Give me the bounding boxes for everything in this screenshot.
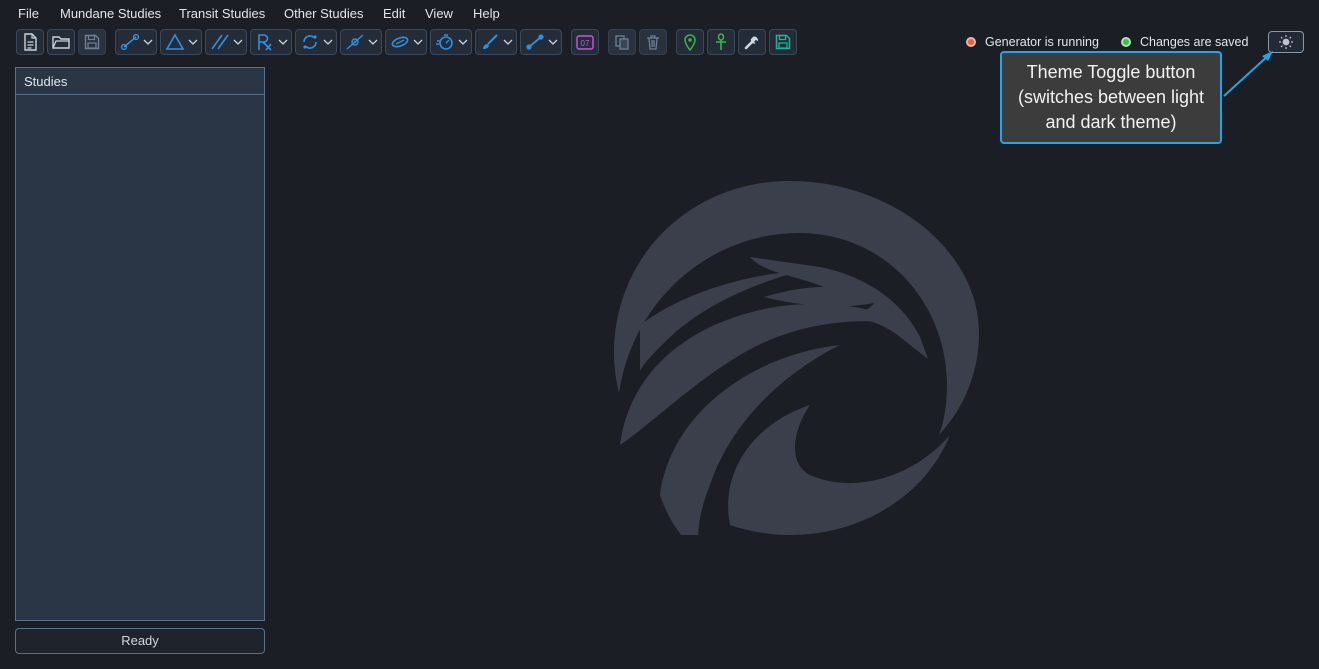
- satellite-dropdown[interactable]: [340, 29, 382, 55]
- generator-status: Generator is running: [966, 35, 1099, 49]
- save-status-label: Changes are saved: [1140, 35, 1249, 49]
- aspect-line-dropdown[interactable]: [115, 29, 157, 55]
- sun-icon: [1279, 35, 1293, 49]
- connect-points-icon: [526, 34, 544, 50]
- stopwatch-dropdown[interactable]: [430, 29, 472, 55]
- cycle-dropdown[interactable]: [295, 29, 337, 55]
- menu-file[interactable]: File: [18, 6, 39, 21]
- rx-dropdown[interactable]: [250, 29, 292, 55]
- aspect-line-icon: [120, 33, 140, 51]
- callout-text: Theme Toggle button (switches between li…: [1017, 62, 1205, 132]
- delete-button[interactable]: [639, 29, 667, 55]
- triangle-dropdown[interactable]: [160, 29, 202, 55]
- parallel-lines-icon: [211, 34, 229, 50]
- chevron-down-icon: [548, 39, 558, 45]
- settings-button[interactable]: [738, 29, 766, 55]
- save-status: Changes are saved: [1121, 35, 1248, 49]
- parallel-lines-dropdown[interactable]: [205, 29, 247, 55]
- open-button[interactable]: [47, 29, 75, 55]
- cycle-icon: [303, 35, 317, 49]
- studies-list[interactable]: [16, 95, 264, 620]
- ankh-icon: [716, 33, 726, 50]
- location-button[interactable]: [676, 29, 704, 55]
- menu-help[interactable]: Help: [473, 6, 500, 21]
- callout-arrow: [1223, 51, 1273, 97]
- theme-toggle-callout: Theme Toggle button (switches between li…: [1000, 51, 1222, 144]
- copy-button[interactable]: [608, 29, 636, 55]
- chevron-down-icon: [413, 39, 423, 45]
- map-pin-icon: [684, 34, 696, 51]
- status-bar: Ready: [15, 628, 265, 654]
- connect-points-dropdown[interactable]: [520, 29, 562, 55]
- chevron-down-icon: [368, 39, 378, 45]
- menu-view[interactable]: View: [425, 6, 453, 21]
- triangle-icon: [165, 33, 185, 50]
- brush-dropdown[interactable]: [475, 29, 517, 55]
- brush-icon: [483, 34, 498, 49]
- menu-edit[interactable]: Edit: [383, 6, 405, 21]
- loop-icon: [391, 36, 409, 48]
- save-button[interactable]: [78, 29, 106, 55]
- chevron-down-icon: [278, 39, 288, 45]
- wrench-icon: [744, 36, 759, 50]
- open-folder-icon: [52, 36, 70, 49]
- new-file-icon: [24, 33, 37, 51]
- eagle-logo-watermark: [614, 181, 979, 535]
- copy-icon: [615, 35, 629, 50]
- menu-mundane-studies[interactable]: Mundane Studies: [60, 6, 161, 21]
- calendar-icon: 07: [576, 35, 594, 50]
- save-icon: [84, 34, 100, 50]
- menu-transit-studies[interactable]: Transit Studies: [179, 6, 265, 21]
- new-file-button[interactable]: [16, 29, 44, 55]
- studies-panel: Studies: [15, 67, 265, 621]
- chevron-down-icon: [143, 39, 153, 45]
- calendar-button[interactable]: 07: [571, 29, 599, 55]
- save-status-dot: [1121, 37, 1131, 47]
- chevron-down-icon: [503, 39, 513, 45]
- chevron-down-icon: [188, 39, 198, 45]
- chevron-down-icon: [233, 39, 243, 45]
- ankh-button[interactable]: [707, 29, 735, 55]
- menu-bar: File Mundane Studies Transit Studies Oth…: [0, 0, 1319, 27]
- studies-panel-title: Studies: [16, 68, 264, 95]
- chevron-down-icon: [323, 39, 333, 45]
- generator-status-label: Generator is running: [985, 35, 1099, 49]
- stopwatch-icon: [436, 34, 453, 50]
- menu-other-studies[interactable]: Other Studies: [284, 6, 364, 21]
- delete-icon: [647, 35, 659, 50]
- chevron-down-icon: [458, 39, 468, 45]
- loop-dropdown[interactable]: [385, 29, 427, 55]
- rx-icon: [258, 34, 272, 51]
- calendar-badge-text: 07: [581, 39, 590, 48]
- save-all-icon: [775, 34, 791, 50]
- save-all-button[interactable]: [769, 29, 797, 55]
- satellite-icon: [346, 34, 364, 50]
- generator-status-dot: [966, 37, 976, 47]
